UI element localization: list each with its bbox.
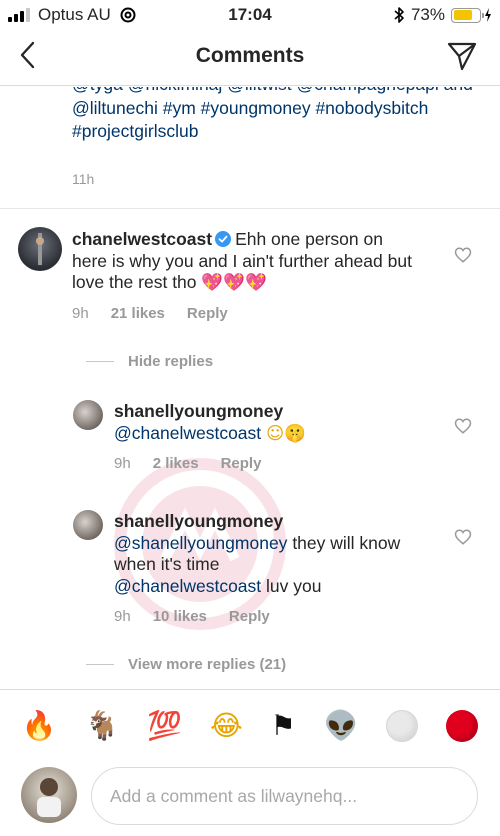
comment-time: 9h [72,305,89,322]
alien-emoji-button[interactable]: 👽 [324,711,359,740]
reply-time: 9h [114,608,131,625]
goat-emoji-button[interactable]: 🐐 [85,711,120,740]
like-heart-icon[interactable] [454,417,472,435]
view-more-replies-label: View more replies (21) [128,656,287,673]
reply-username[interactable]: shanellyoungmoney [114,401,283,421]
comment-likes[interactable]: 21 likes [111,305,165,322]
reply-likes[interactable]: 2 likes [153,455,199,472]
charging-icon [485,8,491,22]
reply-mention[interactable]: @chanelwestcoast [114,576,261,596]
reply-mention[interactable]: @chanelwestcoast [114,423,261,443]
like-heart-icon[interactable] [454,528,472,546]
battery-percent: 73% [410,5,445,24]
caption-timestamp: 11h [72,171,95,187]
avatar[interactable] [18,227,62,271]
page-title: Comments [195,44,305,67]
reply-text: shanellyoungmoney @chanelwestcoast ☺🤫 [114,401,434,445]
reply-username[interactable]: shanellyoungmoney [114,511,283,531]
my-avatar[interactable] [21,767,77,823]
reply-likes[interactable]: 10 likes [153,608,207,625]
reply-emojis: ☺🤫 [266,423,307,444]
comments-list[interactable]: @tyga @nickiminaj @liltwist @champagnepa… [0,87,500,688]
comment-meta: 9h 21 likes Reply [72,305,250,322]
nav-bar: Comments [0,30,500,86]
comment-emojis: 💖💖💖 [201,273,267,293]
comment-username[interactable]: chanelwestcoast [72,229,212,249]
reply-button[interactable]: Reply [221,455,262,472]
white-circle-emoji-button[interactable] [386,709,419,742]
reply-button[interactable]: Reply [187,305,228,322]
reply-time: 9h [114,455,131,472]
reply-text: shanellyoungmoney @shanellyoungmoney the… [114,511,434,597]
direct-message-icon[interactable] [446,40,478,72]
reply-meta: 9h 10 likes Reply [114,608,292,625]
hide-replies-label: Hide replies [128,353,214,370]
reply-mention[interactable]: @shanellyoungmoney [114,533,287,553]
comment-input[interactable] [91,767,478,825]
verified-badge-icon [215,231,232,247]
status-bar: Optus AU 17:04 73% [0,0,500,30]
fire-emoji-button[interactable]: 🔥 [22,711,57,740]
like-heart-icon[interactable] [454,246,472,264]
view-more-replies-button[interactable]: View more replies (21) [86,656,286,673]
black-flag-emoji-button[interactable]: ⚑ [271,711,296,740]
comment-text: chanelwestcoast Ehh one person on here is… [72,229,412,295]
reply-message: luv you [266,575,322,596]
hundred-emoji-button[interactable]: 💯 [147,711,182,740]
post-caption: @tyga @nickiminaj @liltwist @champagnepa… [72,87,473,141]
reply-meta: 9h 2 likes Reply [114,455,283,472]
reply-button[interactable]: Reply [229,608,270,625]
bluetooth-icon [394,7,404,23]
avatar[interactable] [73,400,103,430]
battery-icon [451,7,484,23]
comment-composer [0,761,500,836]
laughing-emoji-button[interactable]: 😂 [210,711,243,740]
red-circle-emoji-button[interactable] [446,709,479,742]
emoji-bar: 🔥 🐐 💯 😂 ⚑ 👽 [0,689,500,761]
divider [0,208,500,209]
hide-replies-button[interactable]: Hide replies [86,353,213,370]
avatar[interactable] [73,510,103,540]
